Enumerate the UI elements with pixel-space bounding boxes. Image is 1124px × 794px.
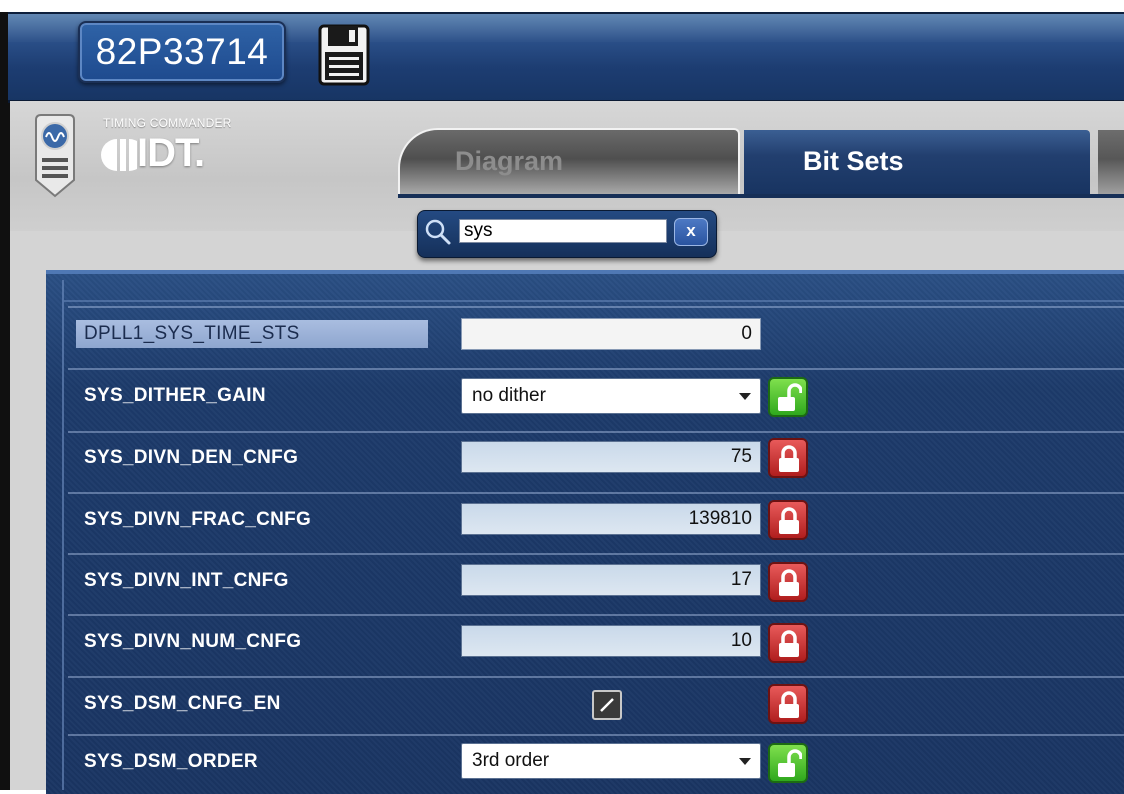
row-separator xyxy=(68,676,1124,678)
value-field-dpll1-sys-time-sts: 0 xyxy=(461,318,761,350)
param-label-sys-divn-frac-cnfg[interactable]: SYS_DIVN_FRAC_CNFG xyxy=(84,509,311,531)
param-label-sys-dsm-order[interactable]: SYS_DSM_ORDER xyxy=(84,751,258,773)
param-label-sys-divn-int-cnfg[interactable]: SYS_DIVN_INT_CNFG xyxy=(84,570,289,592)
edit-pencil-icon xyxy=(600,698,614,712)
dropdown-sys-dither-gain[interactable]: no dither xyxy=(461,378,761,414)
row-separator xyxy=(68,431,1124,433)
value-field-sys-divn-frac-cnfg[interactable]: 139810 xyxy=(461,503,761,535)
tab-diagram-label: Diagram xyxy=(455,146,564,176)
tab-bit-sets-label: Bit Sets xyxy=(803,146,904,176)
locked-padlock-icon xyxy=(779,630,799,657)
panel-divider xyxy=(64,300,1124,302)
lock-toggle-sys-divn-int-cnfg[interactable] xyxy=(768,562,808,602)
lock-toggle-sys-divn-den-cnfg[interactable] xyxy=(768,438,808,478)
row-separator xyxy=(68,614,1124,616)
locked-padlock-icon xyxy=(779,691,799,718)
panel-divider xyxy=(62,280,64,790)
value-field-sys-divn-int-cnfg[interactable]: 17 xyxy=(461,564,761,596)
param-label-sys-divn-den-cnfg[interactable]: SYS_DIVN_DEN_CNFG xyxy=(84,447,298,469)
clear-search-button[interactable]: x xyxy=(674,218,708,246)
dropdown-value: no dither xyxy=(472,385,546,406)
value-field-sys-divn-num-cnfg[interactable]: 10 xyxy=(461,625,761,657)
dropdown-sys-dsm-order[interactable]: 3rd order xyxy=(461,743,761,779)
row-separator xyxy=(68,734,1124,736)
floppy-disk-icon[interactable] xyxy=(318,24,370,86)
locked-padlock-icon xyxy=(779,569,799,596)
device-name-button[interactable]: 82P33714 xyxy=(78,21,286,83)
locked-padlock-icon xyxy=(779,507,799,534)
dropdown-value: 3rd order xyxy=(472,750,550,771)
value-field-sys-divn-den-cnfg[interactable]: 75 xyxy=(461,441,761,473)
search-icon xyxy=(423,217,453,247)
lock-toggle-sys-divn-frac-cnfg[interactable] xyxy=(768,500,808,540)
chevron-down-icon xyxy=(739,758,751,765)
tab-bit-sets[interactable] xyxy=(744,130,1090,194)
unlocked-padlock-icon xyxy=(778,383,802,411)
lock-toggle-sys-divn-num-cnfg[interactable] xyxy=(768,623,808,663)
param-label-sys-dsm-cnfg-en[interactable]: SYS_DSM_CNFG_EN xyxy=(84,693,281,715)
checkbox-sys-dsm-cnfg-en[interactable] xyxy=(592,690,622,720)
row-separator xyxy=(68,492,1124,494)
unlocked-padlock-icon xyxy=(778,749,802,777)
company-logo: IDT. xyxy=(137,131,205,175)
search-input[interactable] xyxy=(459,219,667,243)
product-name: TIMING COMMANDER xyxy=(103,116,232,130)
row-separator xyxy=(68,553,1124,555)
window-edge xyxy=(0,12,10,790)
idt-mark-icon xyxy=(101,135,145,175)
unlock-toggle-sys-dsm-order[interactable] xyxy=(768,743,808,783)
param-label-dpll1-sys-time-sts[interactable]: DPLL1_SYS_TIME_STS xyxy=(84,323,300,345)
locked-padlock-icon xyxy=(779,445,799,472)
tab-underline xyxy=(398,194,1124,198)
tab-diagram[interactable] xyxy=(398,128,740,194)
row-separator xyxy=(68,368,1124,370)
param-label-sys-divn-num-cnfg[interactable]: SYS_DIVN_NUM_CNFG xyxy=(84,631,301,653)
chevron-down-icon xyxy=(739,393,751,400)
tab-next-partial[interactable] xyxy=(1098,130,1124,194)
param-label-sys-dither-gain[interactable]: SYS_DITHER_GAIN xyxy=(84,385,266,407)
lock-toggle-sys-dsm-cnfg-en[interactable] xyxy=(768,684,808,724)
unlock-toggle-sys-dither-gain[interactable] xyxy=(768,377,808,417)
row-separator xyxy=(68,306,1124,308)
timing-commander-logo-icon xyxy=(34,114,76,198)
